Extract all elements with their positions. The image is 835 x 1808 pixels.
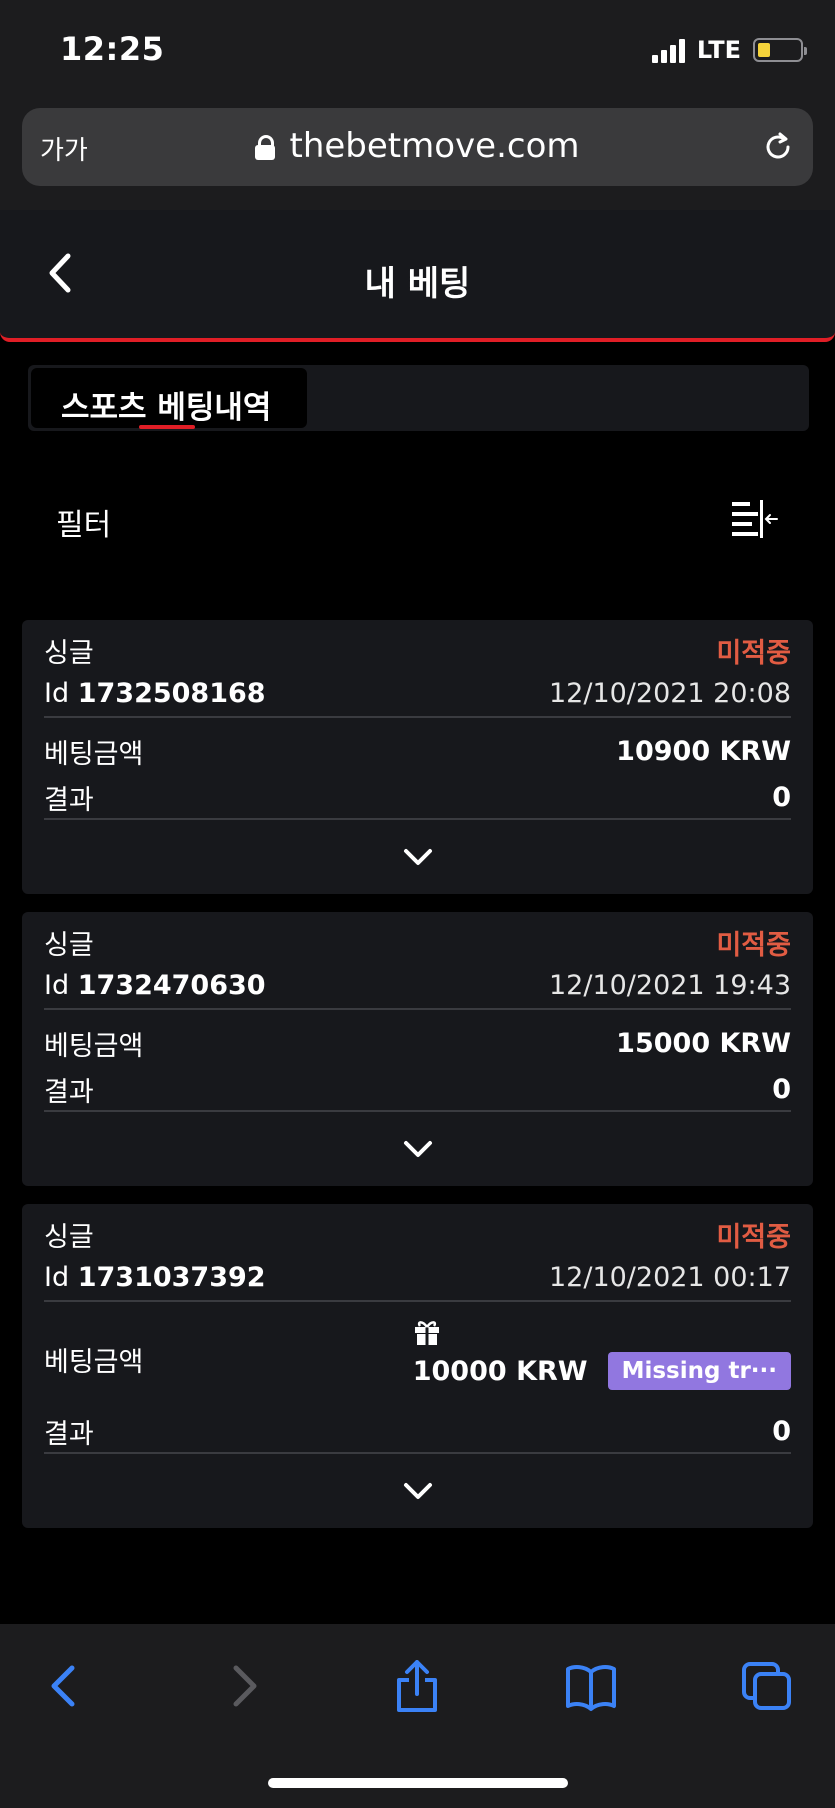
reload-icon[interactable]: [761, 130, 795, 164]
id-prefix: Id: [44, 677, 70, 709]
filter-label[interactable]: 필터: [56, 500, 111, 544]
stake-right: 10000 KRW Missing tr···: [413, 1318, 791, 1390]
page-title: 내 베팅: [364, 264, 471, 304]
url-display[interactable]: thebetmove.com: [22, 126, 813, 166]
expand-button[interactable]: [44, 1112, 791, 1186]
stake-row: 베팅금액 10000 KRW Missing tr···: [44, 1302, 791, 1410]
bet-status: 미적중: [716, 637, 791, 669]
status-indicators: LTE: [651, 36, 807, 64]
stake-label: 베팅금액: [44, 1347, 144, 1378]
filter-toggle-icon[interactable]: [732, 500, 778, 540]
status-bar: 12:25 LTE: [0, 0, 835, 100]
result-value: 0: [772, 1415, 791, 1447]
bet-date: 12/10/2021 19:43: [548, 969, 791, 1001]
status-time: 12:25: [60, 30, 165, 68]
bet-type-row: 싱글 미적중: [44, 912, 791, 962]
bet-id-row: Id 1732508168 12/10/2021 20:08: [44, 670, 791, 718]
network-label: LTE: [696, 36, 741, 64]
home-indicator[interactable]: [268, 1778, 568, 1788]
bet-date: 12/10/2021 00:17: [548, 1261, 791, 1293]
lock-icon: [255, 135, 276, 160]
expand-button[interactable]: [44, 820, 791, 894]
tab-active-indicator: [139, 425, 195, 429]
bet-type: 싱글: [44, 1221, 94, 1253]
tab-sports-betting-history[interactable]: 스포츠 베팅내역: [31, 368, 307, 429]
back-icon[interactable]: [40, 1660, 90, 1712]
bet-type: 싱글: [44, 637, 94, 669]
tab-label: 스포츠 베팅내역: [61, 390, 272, 426]
bet-date: 12/10/2021 20:08: [548, 677, 791, 709]
gift-icon: [414, 1321, 439, 1345]
bet-id-row: Id 1731037392 12/10/2021 00:17: [44, 1254, 791, 1302]
browser-address-area: 가가 thebetmove.com: [0, 100, 835, 210]
bet-status: 미적중: [716, 929, 791, 961]
result-label: 결과: [44, 1076, 94, 1108]
bet-card: 싱글 미적중 Id 1732508168 12/10/2021 20:08 베팅…: [22, 620, 813, 894]
bet-id: 1732508168: [77, 677, 266, 709]
stake-row: 베팅금액 15000 KRW: [44, 1010, 791, 1068]
stake-row: 베팅금액 10900 KRW: [44, 718, 791, 776]
bet-status: 미적중: [716, 1221, 791, 1253]
address-bar[interactable]: 가가 thebetmove.com: [22, 108, 813, 186]
page-header: 내 베팅: [0, 210, 835, 342]
signal-icon: [651, 37, 685, 63]
bet-type: 싱글: [44, 929, 94, 961]
bet-card: 싱글 미적중 Id 1731037392 12/10/2021 00:17 베팅…: [22, 1204, 813, 1528]
bonus-badge[interactable]: Missing tr···: [607, 1352, 791, 1390]
expand-button[interactable]: [44, 1454, 791, 1528]
battery-icon: [753, 38, 807, 62]
bet-card: 싱글 미적중 Id 1732470630 12/10/2021 19:43 베팅…: [22, 912, 813, 1186]
result-value: 0: [772, 1073, 791, 1105]
bet-id: 1732470630: [77, 969, 266, 1001]
bet-type-row: 싱글 미적중: [44, 620, 791, 670]
chevron-down-icon: [403, 1483, 432, 1499]
url-text: thebetmove.com: [289, 126, 580, 166]
share-icon[interactable]: [392, 1660, 442, 1712]
id-prefix: Id: [44, 969, 70, 1001]
result-row: 결과 0: [44, 1068, 791, 1112]
forward-icon[interactable]: [218, 1660, 268, 1712]
id-prefix: Id: [44, 1261, 70, 1293]
result-label: 결과: [44, 784, 94, 816]
stake-amount: 10000 KRW: [412, 1355, 588, 1387]
chevron-down-icon: [403, 849, 432, 865]
stake-label: 베팅금액: [44, 738, 144, 770]
stake-amount: 15000 KRW: [616, 1027, 791, 1059]
bookmarks-icon[interactable]: [566, 1660, 616, 1712]
tabs-icon[interactable]: [742, 1660, 792, 1712]
stake-label: 베팅금액: [44, 1030, 144, 1062]
bet-list: 싱글 미적중 Id 1732508168 12/10/2021 20:08 베팅…: [22, 620, 813, 1546]
result-row: 결과 0: [44, 1410, 791, 1454]
bet-id-row: Id 1732470630 12/10/2021 19:43: [44, 962, 791, 1010]
tab-bar: 스포츠 베팅내역: [28, 365, 809, 431]
result-label: 결과: [44, 1418, 94, 1450]
chevron-down-icon: [403, 1141, 432, 1157]
bet-type-row: 싱글 미적중: [44, 1204, 791, 1254]
result-value: 0: [772, 781, 791, 813]
bet-id: 1731037392: [77, 1261, 266, 1293]
result-row: 결과 0: [44, 776, 791, 820]
stake-amount: 10900 KRW: [616, 735, 791, 767]
